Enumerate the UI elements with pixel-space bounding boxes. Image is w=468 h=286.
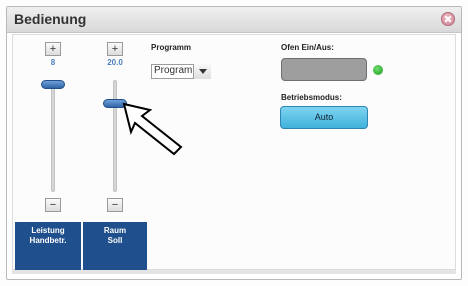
status-strip	[12, 270, 456, 274]
slider-2-label-line1: Raum	[103, 226, 127, 235]
slider-1-label: Leistung Handbetr.	[15, 222, 81, 270]
chevron-down-icon[interactable]	[193, 64, 211, 79]
slider-1-value: 8	[50, 58, 56, 67]
slider-1-label-line2: Handbetr.	[29, 236, 67, 245]
slider-1-plus-button[interactable]: +	[45, 42, 61, 56]
program-label: Programm	[151, 43, 192, 52]
slider-2-minus-button[interactable]: −	[107, 198, 123, 212]
slider-1-minus-button[interactable]: −	[45, 198, 61, 212]
slider-2-label-line2: Soll	[107, 236, 123, 245]
oven-label: Ofen Ein/Aus:	[281, 43, 334, 52]
slider-1-thumb[interactable]	[41, 80, 65, 89]
slider-1-label-line1: Leistung	[31, 226, 65, 235]
window-title: Bedienung	[14, 11, 87, 27]
oven-toggle-button[interactable]	[281, 58, 367, 81]
auto-mode-button[interactable]: Auto	[280, 106, 368, 129]
slider-2-value: 20.0	[107, 58, 123, 67]
mouse-pointer-arrow-icon	[122, 102, 183, 156]
status-led-icon	[373, 65, 383, 75]
slider-2-plus-button[interactable]: +	[107, 42, 123, 56]
program-select-value[interactable]: Program	[154, 65, 192, 76]
slider-2-track[interactable]	[113, 80, 117, 192]
mode-label: Betriebsmodus:	[281, 93, 342, 102]
slider-2-label: Raum Soll	[83, 222, 147, 270]
close-icon[interactable]	[441, 12, 455, 26]
slider-1-track[interactable]	[51, 80, 55, 192]
